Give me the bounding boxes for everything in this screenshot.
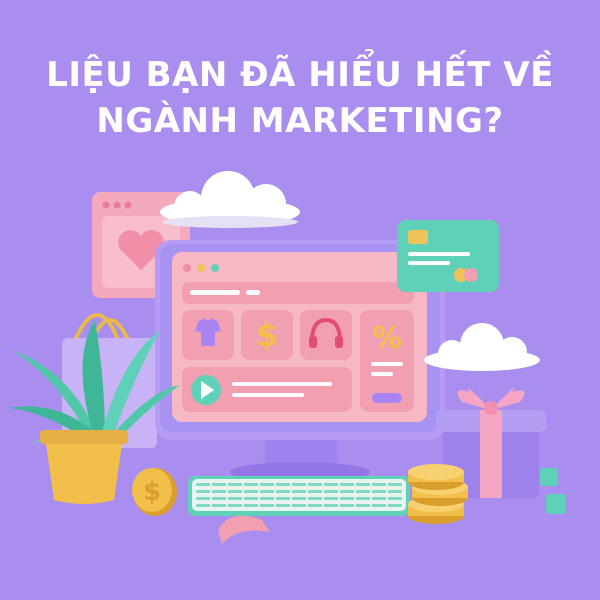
cloud-icon [160,171,300,228]
coin-icon: $ [132,468,177,516]
decor-cube [540,468,558,486]
monitor-screen: $ % [172,252,427,422]
percent-icon: % [372,321,402,356]
mouse-icon [218,515,270,544]
decor-cube [546,494,566,514]
coin-stack-icon [408,464,468,524]
illustration: $ % $ [8,171,566,544]
coin-symbol: $ [143,477,161,507]
marketing-banner: LIỆU BẠN ĐÃ HIỂU HẾT VỀ NGÀNH MARKETING? [0,0,600,600]
credit-card-icon [397,220,499,292]
keyboard-icon [188,476,410,516]
support-tile [300,310,352,360]
dollar-icon: $ [256,316,278,354]
